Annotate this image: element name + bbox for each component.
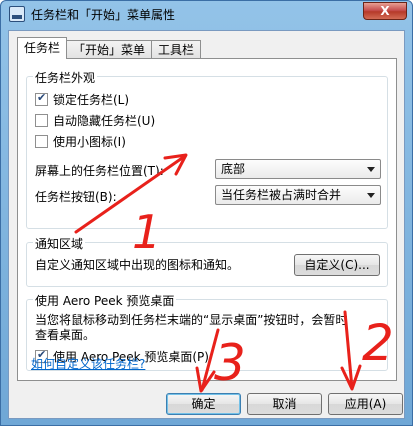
lock-taskbar-label: 锁定任务栏(L) — [53, 93, 130, 107]
tab-strip: 任务栏 「开始」菜单 工具栏 — [17, 37, 202, 59]
tab-toolbars[interactable]: 工具栏 — [151, 40, 202, 59]
buttons-value: 当任务栏被占满时合并 — [221, 188, 342, 202]
small-icons-option[interactable]: 使用小图标(I) — [35, 133, 126, 150]
aero-peek-heading: 使用 Aero Peek 预览桌面 — [33, 292, 177, 309]
tab-start-menu[interactable]: 「开始」菜单 — [66, 40, 153, 59]
location-label: 屏幕上的任务栏位置(T): — [35, 164, 164, 178]
lock-taskbar-checkbox[interactable] — [35, 91, 48, 106]
chevron-down-icon — [367, 167, 375, 172]
cancel-button[interactable]: 取消 — [247, 393, 322, 415]
notification-text: 自定义通知区域中出现的图标和通知。 — [35, 258, 240, 272]
notification-heading: 通知区域 — [33, 235, 86, 252]
help-link[interactable]: 如何自定义该任务栏? — [31, 355, 145, 372]
small-icons-label: 使用小图标(I) — [53, 135, 126, 149]
auto-hide-label: 自动隐藏任务栏(U) — [53, 114, 156, 128]
location-value: 底部 — [221, 162, 246, 176]
close-button[interactable]: X — [363, 2, 407, 20]
chevron-down-icon — [367, 193, 375, 198]
apply-button[interactable]: 应用(A) — [328, 393, 403, 415]
notification-group: 通知区域 自定义通知区域中出现的图标和通知。 自定义(C)... — [26, 235, 388, 287]
customize-button[interactable]: 自定义(C)... — [294, 254, 380, 276]
auto-hide-option[interactable]: 自动隐藏任务栏(U) — [35, 112, 155, 129]
location-dropdown[interactable]: 底部 — [215, 159, 381, 179]
auto-hide-checkbox[interactable] — [35, 114, 48, 127]
properties-window: 任务栏和「开始」菜单属性 X 任务栏 「开始」菜单 工具栏 任务栏外观 锁定任务… — [0, 0, 413, 426]
aero-peek-description-2: 查看桌面。 — [35, 328, 96, 342]
lock-taskbar-option[interactable]: 锁定任务栏(L) — [35, 91, 129, 108]
buttons-dropdown[interactable]: 当任务栏被占满时合并 — [215, 185, 381, 205]
buttons-label: 任务栏按钮(B): — [35, 190, 117, 204]
appearance-heading: 任务栏外观 — [33, 69, 98, 86]
dialog-client: 任务栏 「开始」菜单 工具栏 任务栏外观 锁定任务栏(L) 自动隐藏任务栏(U)… — [8, 30, 405, 419]
taskbar-icon — [9, 6, 25, 22]
title-bar[interactable]: 任务栏和「开始」菜单属性 X — [1, 1, 412, 27]
tab-taskbar[interactable]: 任务栏 — [17, 37, 68, 59]
ok-button[interactable]: 确定 — [166, 393, 241, 415]
small-icons-checkbox[interactable] — [35, 135, 48, 148]
tab-panel-taskbar: 任务栏外观 锁定任务栏(L) 自动隐藏任务栏(U) 使用小图标(I) 屏幕上的任… — [17, 58, 397, 381]
window-title: 任务栏和「开始」菜单属性 — [31, 8, 176, 22]
appearance-group: 任务栏外观 锁定任务栏(L) 自动隐藏任务栏(U) 使用小图标(I) 屏幕上的任… — [26, 69, 388, 229]
